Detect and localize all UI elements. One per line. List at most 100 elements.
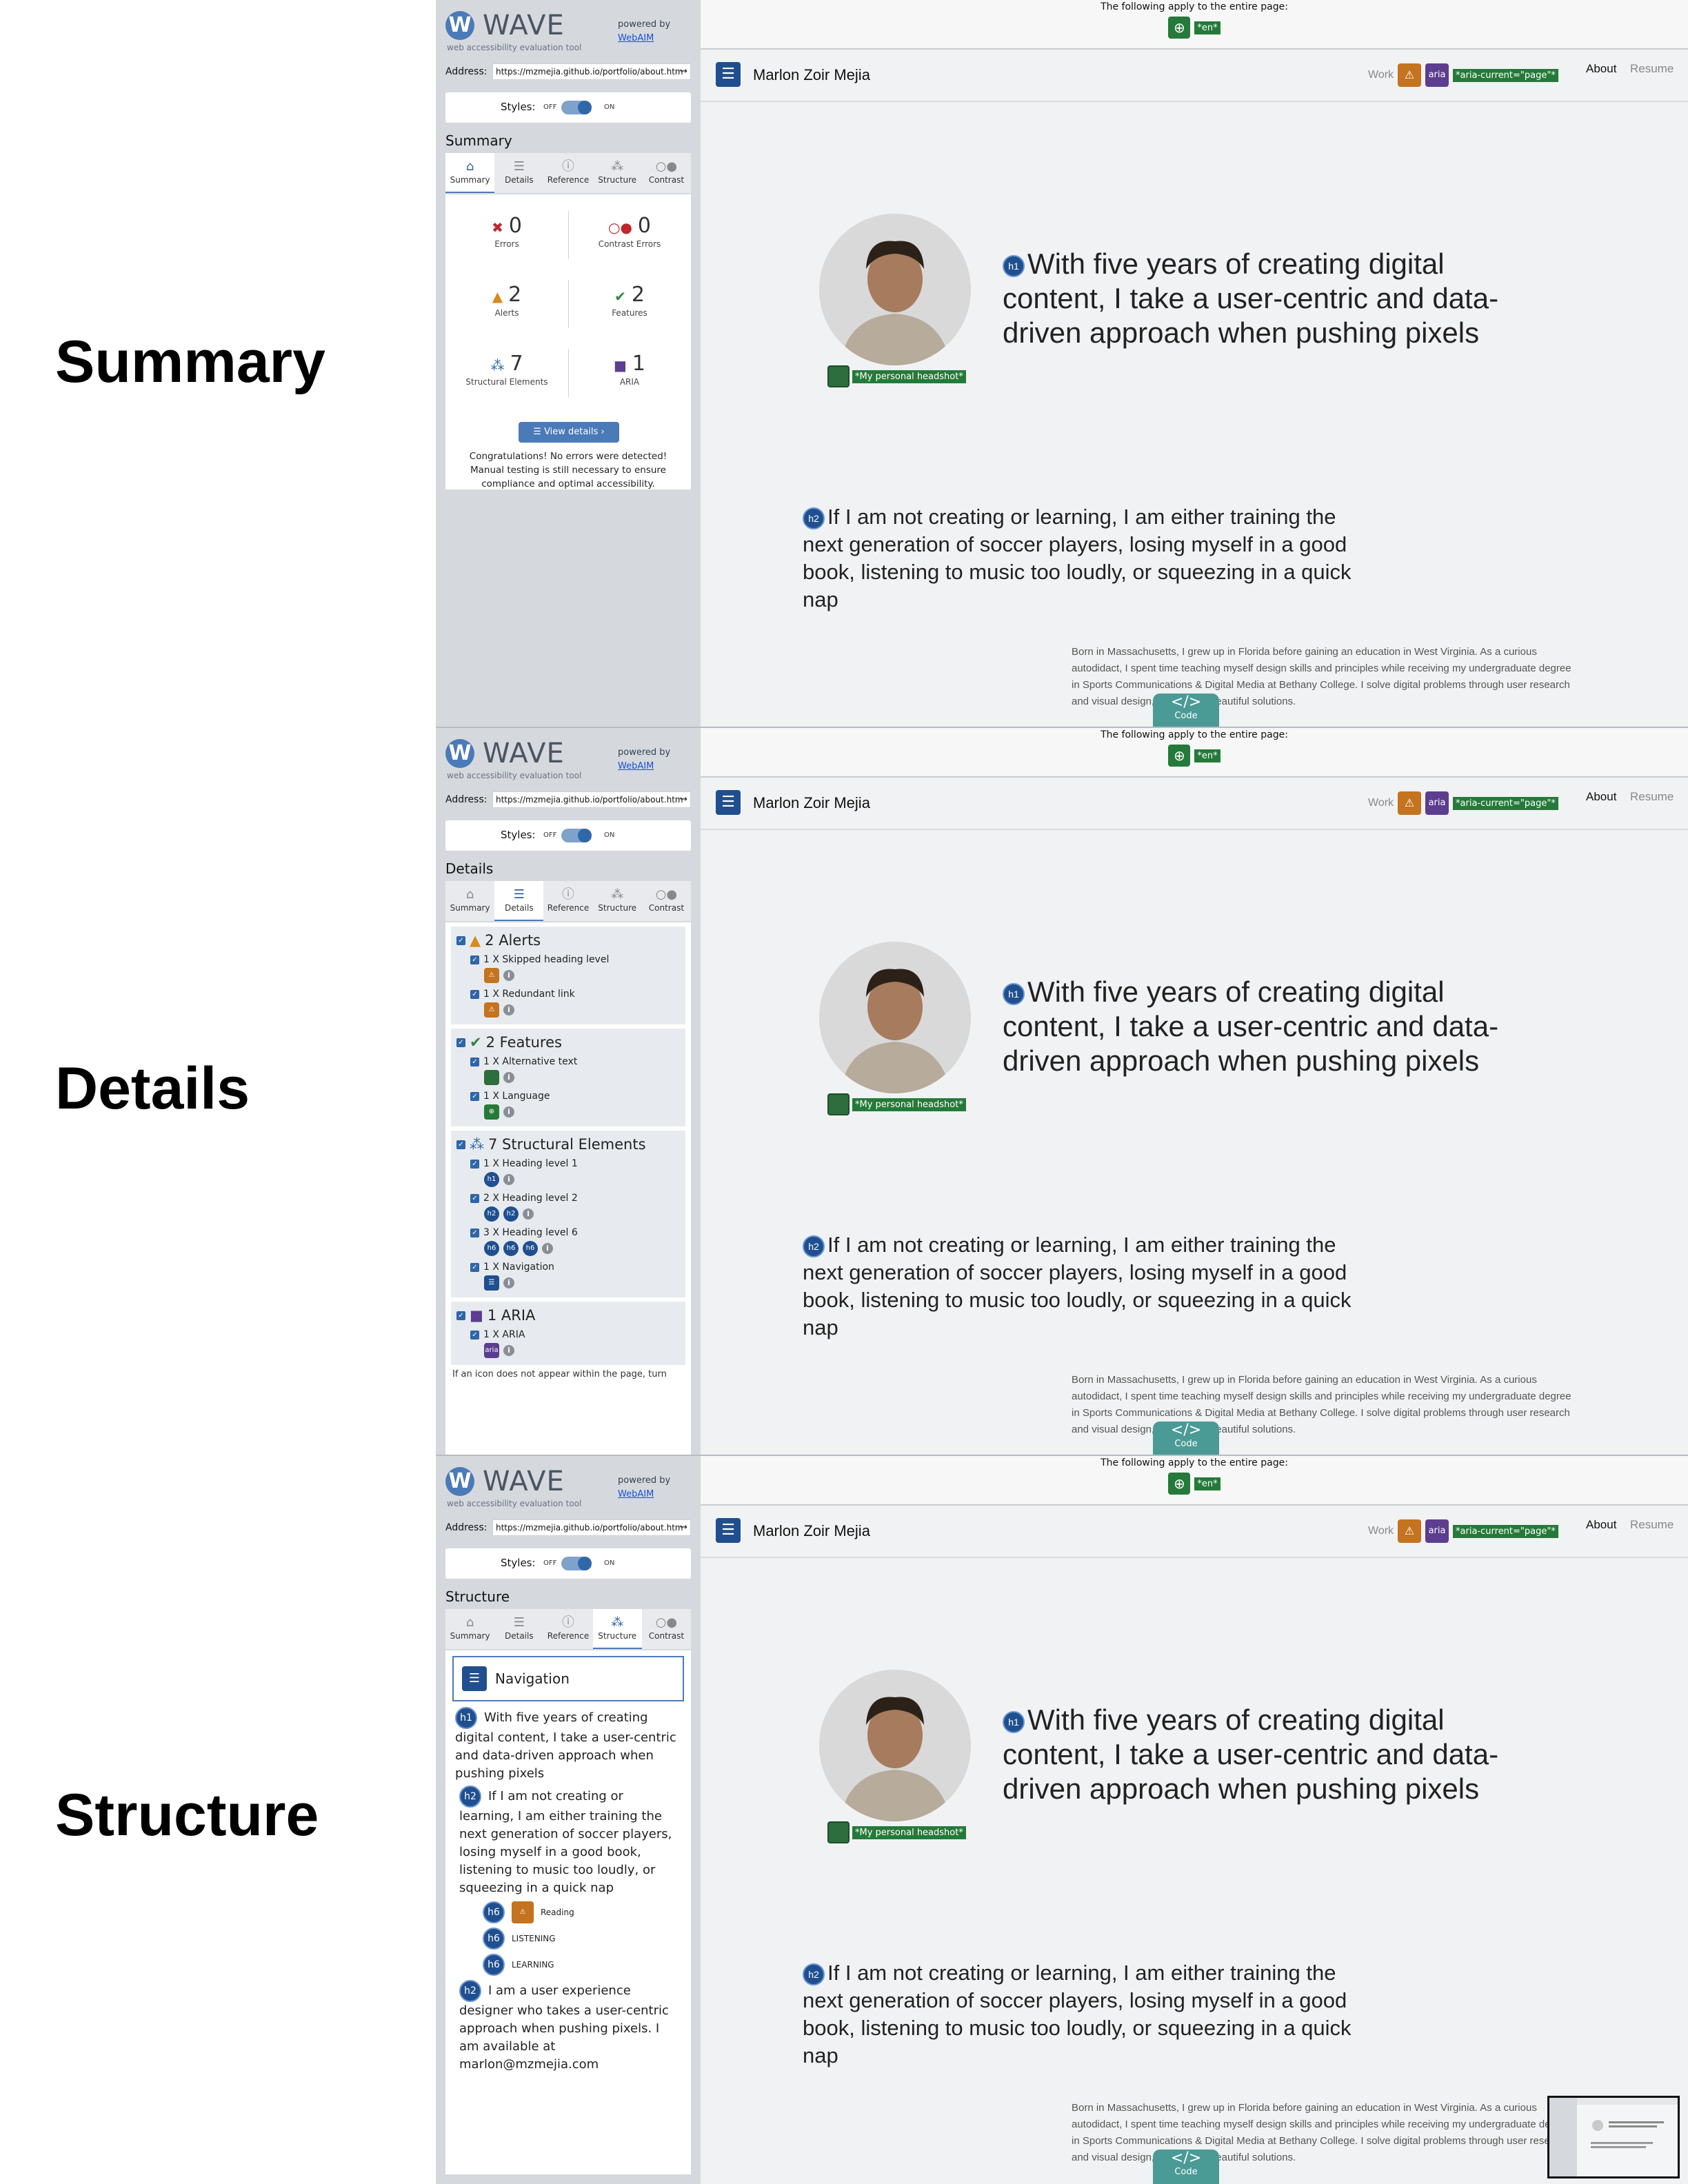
- aria-icon[interactable]: aria: [1425, 63, 1449, 87]
- tab-summary[interactable]: ⌂ Summary: [445, 1609, 494, 1649]
- redundant-link-alert-icon[interactable]: ⚠: [1398, 63, 1422, 87]
- aria-icon[interactable]: aria: [484, 1343, 499, 1358]
- info-icon[interactable]: i: [523, 1209, 534, 1220]
- alerts-checkbox[interactable]: ✓: [456, 936, 465, 945]
- info-icon[interactable]: i: [503, 1345, 514, 1356]
- image-alt-icon[interactable]: [827, 1093, 850, 1115]
- structure-h1[interactable]: h1 With five years of creating digital co…: [455, 1707, 681, 1783]
- structure-h6[interactable]: h6 LISTENING: [483, 1928, 691, 1950]
- h2-badge-icon[interactable]: h2: [803, 1235, 825, 1257]
- h1-badge-icon[interactable]: h1: [1003, 982, 1025, 1005]
- summary-aria[interactable]: ■ 1 ARIA: [568, 352, 691, 421]
- nav-about-link[interactable]: About: [1586, 790, 1616, 804]
- tab-details[interactable]: ☰ Details: [494, 881, 544, 921]
- page-thumbnail[interactable]: [1547, 2096, 1680, 2178]
- h1-badge-icon[interactable]: h1: [484, 1172, 499, 1187]
- item-checkbox[interactable]: ✓: [470, 1228, 479, 1237]
- tab-structure[interactable]: ⁂ Structure: [593, 881, 642, 921]
- tab-reference[interactable]: ⓘ Reference: [543, 881, 592, 921]
- item-checkbox[interactable]: ✓: [470, 1262, 479, 1272]
- redundant-link-alert-icon[interactable]: ⚠: [484, 1002, 499, 1018]
- globe-icon[interactable]: ⊕: [1168, 745, 1191, 767]
- globe-icon[interactable]: ⊕: [1168, 1473, 1191, 1495]
- styles-toggle[interactable]: [561, 101, 592, 114]
- go-arrow-icon[interactable]: →: [680, 792, 687, 807]
- nav-about-link[interactable]: About: [1586, 62, 1616, 76]
- navigation-icon[interactable]: ☰: [716, 1518, 741, 1543]
- info-icon[interactable]: i: [503, 1072, 514, 1083]
- info-icon[interactable]: i: [503, 1174, 514, 1185]
- address-input[interactable]: https://mzmejia.github.io/portfolio/abou…: [492, 791, 691, 808]
- tab-structure[interactable]: ⁂ Structure: [592, 1609, 642, 1649]
- h2-badge-icon[interactable]: h2: [503, 1206, 519, 1222]
- h6-badge-icon[interactable]: h6: [484, 1241, 499, 1256]
- aria-icon[interactable]: aria: [1425, 791, 1449, 815]
- navigation-icon[interactable]: ☰: [716, 790, 741, 815]
- structure-h6[interactable]: h6 ⚠ Reading: [483, 1901, 691, 1923]
- tab-reference[interactable]: ⓘ Reference: [543, 153, 592, 193]
- aria-icon[interactable]: aria: [1425, 1519, 1449, 1543]
- structure-h6[interactable]: h6 LEARNING: [483, 1954, 691, 1976]
- structural-checkbox[interactable]: ✓: [456, 1140, 465, 1149]
- go-arrow-icon[interactable]: →: [680, 1520, 687, 1535]
- redundant-link-alert-icon[interactable]: ⚠: [1398, 791, 1422, 815]
- go-arrow-icon[interactable]: →: [680, 64, 687, 79]
- image-alt-icon[interactable]: [827, 365, 850, 387]
- nav-resume-link[interactable]: Resume: [1630, 790, 1674, 804]
- item-checkbox[interactable]: ✓: [470, 1057, 479, 1066]
- tab-details[interactable]: ☰ Details: [494, 1609, 543, 1649]
- tab-details[interactable]: ☰ Details: [494, 153, 543, 193]
- item-checkbox[interactable]: ✓: [470, 989, 479, 999]
- item-checkbox[interactable]: ✓: [470, 1091, 479, 1101]
- summary-contrast[interactable]: ○● 0 Contrast Errors: [568, 214, 691, 283]
- h2-badge-icon[interactable]: h2: [803, 1963, 825, 1985]
- features-checkbox[interactable]: ✓: [456, 1038, 465, 1047]
- webaim-link[interactable]: WebAIM: [618, 1489, 654, 1499]
- item-checkbox[interactable]: ✓: [470, 1159, 479, 1169]
- site-brand[interactable]: Marlon Zoir Mejia: [753, 794, 870, 812]
- summary-errors[interactable]: ✖ 0 Errors: [445, 214, 568, 283]
- item-checkbox[interactable]: ✓: [470, 1193, 479, 1203]
- aria-checkbox[interactable]: ✓: [456, 1311, 465, 1320]
- code-button[interactable]: </> Code: [1153, 694, 1219, 727]
- styles-toggle[interactable]: [561, 829, 592, 842]
- item-checkbox[interactable]: ✓: [470, 1330, 479, 1339]
- skipped-heading-alert-icon[interactable]: ⚠: [484, 968, 499, 983]
- globe-icon[interactable]: ⊕: [1168, 17, 1191, 39]
- redundant-link-alert-icon[interactable]: ⚠: [1398, 1519, 1422, 1543]
- navigation-icon[interactable]: ☰: [716, 62, 741, 87]
- tab-contrast[interactable]: ○● Contrast: [642, 881, 691, 921]
- info-icon[interactable]: i: [542, 1243, 553, 1254]
- image-alt-icon[interactable]: [827, 1821, 850, 1843]
- nav-about-link[interactable]: About: [1586, 1518, 1616, 1532]
- nav-resume-link[interactable]: Resume: [1630, 62, 1674, 76]
- summary-features[interactable]: ✔ 2 Features: [568, 283, 691, 352]
- code-button[interactable]: </> Code: [1153, 2150, 1219, 2184]
- h1-badge-icon[interactable]: h1: [1003, 1710, 1025, 1733]
- h2-badge-icon[interactable]: h2: [484, 1206, 499, 1222]
- globe-icon[interactable]: ⊕: [484, 1104, 499, 1120]
- info-icon[interactable]: i: [503, 1004, 514, 1015]
- address-input[interactable]: https://mzmejia.github.io/portfolio/abou…: [492, 1519, 691, 1536]
- tab-summary[interactable]: ⌂ Summary: [445, 881, 494, 921]
- tab-summary[interactable]: ⌂ Summary: [445, 153, 495, 193]
- tab-contrast[interactable]: ○● Contrast: [642, 1609, 691, 1649]
- structure-h2[interactable]: h2 If I am not creating or learning, I am…: [459, 1786, 681, 1897]
- h6-badge-icon[interactable]: h6: [523, 1241, 538, 1256]
- item-checkbox[interactable]: ✓: [470, 955, 479, 964]
- site-brand[interactable]: Marlon Zoir Mejia: [753, 66, 870, 84]
- h2-badge-icon[interactable]: h2: [803, 507, 825, 529]
- nav-work-link[interactable]: Work: [1368, 1525, 1394, 1537]
- tab-structure[interactable]: ⁂ Structure: [593, 153, 642, 193]
- structure-h2[interactable]: h2 I am a user experience designer who ta…: [459, 1980, 681, 2074]
- structure-navigation[interactable]: ☰ Navigation: [452, 1656, 684, 1701]
- nav-work-link[interactable]: Work: [1368, 69, 1394, 81]
- view-details-button[interactable]: ☰ View details ›: [519, 422, 619, 443]
- h1-badge-icon[interactable]: h1: [1003, 254, 1025, 277]
- image-alt-icon[interactable]: [484, 1070, 499, 1085]
- tab-reference[interactable]: ⓘ Reference: [543, 1609, 592, 1649]
- styles-toggle[interactable]: [561, 1557, 592, 1570]
- info-icon[interactable]: i: [503, 1106, 514, 1118]
- webaim-link[interactable]: WebAIM: [618, 33, 654, 43]
- address-input[interactable]: https://mzmejia.github.io/portfolio/abou…: [492, 63, 691, 80]
